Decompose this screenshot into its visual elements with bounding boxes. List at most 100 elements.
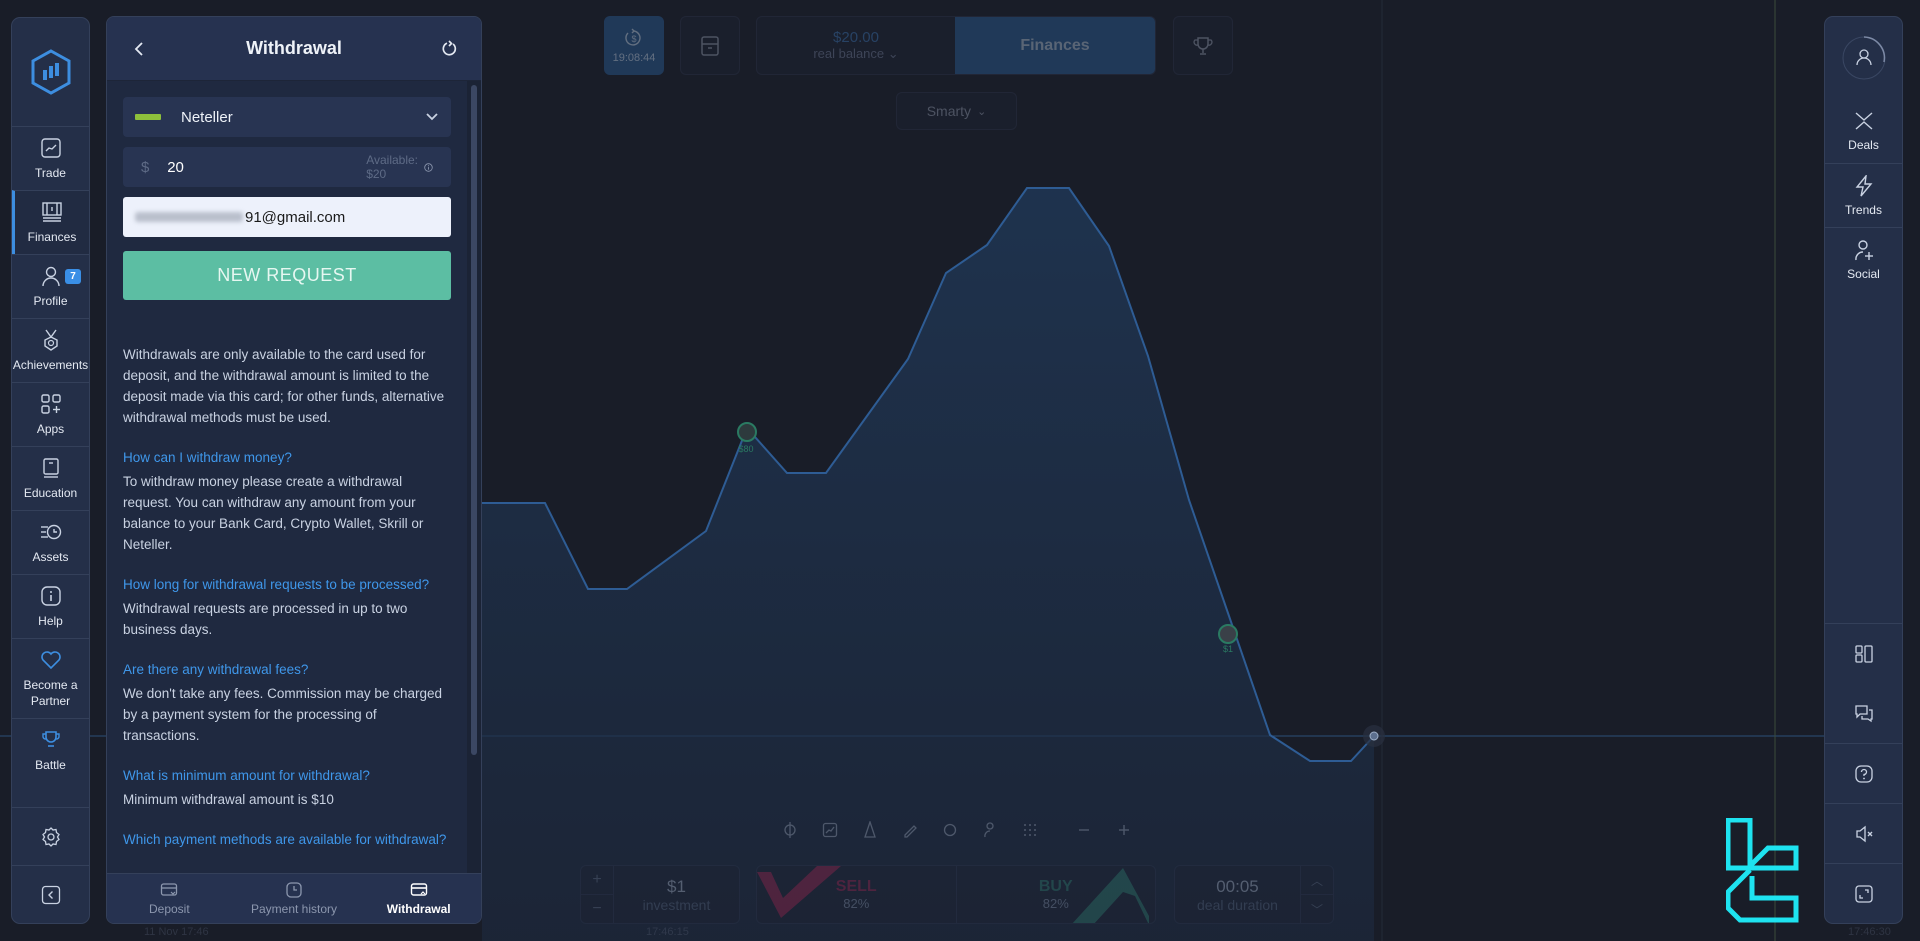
- duration-increase-button[interactable]: ︿: [1301, 866, 1333, 895]
- back-button[interactable]: [127, 37, 151, 61]
- sidebar-item-label: Assets: [32, 549, 69, 564]
- fullscreen-button[interactable]: [1825, 863, 1902, 923]
- withdrawal-panel: Withdrawal Neteller $ Available: $20 91@…: [106, 16, 482, 924]
- investment-decrease-button[interactable]: −: [581, 895, 613, 923]
- faq-question[interactable]: How long for withdrawal requests to be p…: [123, 575, 451, 595]
- tab-label: Deposit: [148, 902, 190, 916]
- trader-marker[interactable]: [737, 422, 757, 442]
- duration-control: 00:05 deal duration ︿ ﹀: [1174, 865, 1334, 924]
- duration-decrease-button[interactable]: ﹀: [1301, 895, 1333, 923]
- sell-button[interactable]: SELL 82%: [757, 866, 956, 923]
- faq-question[interactable]: Are there any withdrawal fees?: [123, 660, 451, 680]
- sidebar-item-finances[interactable]: Finances: [12, 190, 89, 254]
- refresh-button[interactable]: [437, 37, 461, 61]
- investment-field[interactable]: $1 investment: [614, 866, 739, 923]
- sidebar-item-education[interactable]: Education: [12, 446, 89, 510]
- finances-button[interactable]: Finances: [955, 17, 1155, 74]
- amount-field: $ Available: $20: [123, 147, 451, 187]
- trader-marker[interactable]: [1218, 624, 1238, 644]
- sidebar-item-partner[interactable]: Become a Partner: [12, 638, 89, 718]
- fullscreen-icon: [1854, 884, 1873, 903]
- email-field[interactable]: 91@gmail.com: [123, 197, 451, 237]
- heart-icon: [40, 650, 61, 669]
- trophy-icon: [41, 730, 60, 747]
- person-tool[interactable]: [970, 815, 1010, 845]
- balance-selector[interactable]: $20.00 real balance ⌄: [757, 17, 955, 74]
- chest-button[interactable]: [680, 16, 740, 75]
- sidebar-bottom: [12, 807, 89, 923]
- collapse-sidebar-button[interactable]: [12, 865, 89, 923]
- email-value: 91@gmail.com: [245, 208, 346, 226]
- sidebar-item-apps[interactable]: Apps: [12, 382, 89, 446]
- investment-increase-button[interactable]: +: [581, 866, 613, 895]
- faq-question[interactable]: What is minimum amount for withdrawal?: [123, 766, 451, 786]
- card-in-icon: [161, 883, 178, 896]
- strategy-selector[interactable]: Smarty ⌄: [896, 92, 1017, 130]
- layout-button[interactable]: [1825, 623, 1902, 683]
- person-icon: [984, 822, 994, 838]
- time-axis-label: 17:46:15: [646, 926, 689, 938]
- sidebar-item-help[interactable]: Help: [12, 574, 89, 638]
- deals-icon: [1855, 112, 1872, 130]
- help-button[interactable]: [1825, 743, 1902, 803]
- sidebar-item-trade[interactable]: Trade: [12, 126, 89, 190]
- circle-tool[interactable]: [930, 815, 970, 845]
- info-icon: [40, 585, 61, 606]
- buy-button[interactable]: BUY 82%: [955, 866, 1156, 923]
- app-root: $80 $1 $ 19:08:44 $20.00 real balance ⌄ …: [0, 0, 1920, 941]
- faq-answer: We don't take any fees. Commission may b…: [123, 686, 442, 743]
- chart-type-icon: [822, 822, 838, 838]
- grid-tool[interactable]: [1010, 815, 1050, 845]
- add-user-icon: [1854, 239, 1873, 260]
- chevron-down-icon: [426, 113, 438, 121]
- chat-button[interactable]: [1825, 683, 1902, 743]
- sidebar-item-assets[interactable]: Assets: [12, 510, 89, 574]
- timer-button[interactable]: $ 19:08:44: [604, 16, 664, 75]
- amount-input[interactable]: [167, 158, 367, 176]
- sidebar-item-social[interactable]: Social: [1825, 227, 1902, 291]
- sidebar-item-profile[interactable]: Profile 7: [12, 254, 89, 318]
- faq-question[interactable]: Which payment methods are available for …: [123, 830, 451, 850]
- tournament-button[interactable]: [1173, 16, 1233, 75]
- indicator-tool[interactable]: [770, 815, 810, 845]
- current-point: [1369, 731, 1379, 741]
- scrollbar-thumb[interactable]: [471, 85, 477, 755]
- avatar[interactable]: [1825, 17, 1902, 99]
- duration-stepper: ︿ ﹀: [1300, 866, 1333, 923]
- chest-icon: [701, 35, 719, 56]
- brand-logo[interactable]: [12, 18, 89, 126]
- grid-icon: [1024, 824, 1036, 836]
- sidebar-item-battle[interactable]: Battle: [12, 718, 89, 782]
- new-request-button[interactable]: NEW REQUEST: [123, 251, 451, 300]
- sidebar-item-achievements[interactable]: Achievements: [12, 318, 89, 382]
- drawing-icon: [864, 821, 876, 838]
- user-icon: [41, 266, 60, 286]
- book-icon: [42, 457, 59, 478]
- sound-toggle-button[interactable]: [1825, 803, 1902, 863]
- watermark-logo-icon: [1726, 818, 1799, 923]
- chart-type-tool[interactable]: [810, 815, 850, 845]
- pencil-icon: [904, 825, 917, 838]
- settings-button[interactable]: [12, 807, 89, 865]
- pencil-tool[interactable]: [890, 815, 930, 845]
- sidebar-item-label: Education: [23, 485, 78, 500]
- info-icon[interactable]: [424, 161, 433, 174]
- payment-method-select[interactable]: Neteller: [123, 97, 451, 137]
- target-icon: [943, 823, 957, 837]
- zoom-in-button[interactable]: [1104, 815, 1144, 845]
- chart-icon: [40, 137, 61, 158]
- tab-payment-history[interactable]: Payment history: [232, 874, 357, 923]
- zoom-out-button[interactable]: [1064, 815, 1104, 845]
- sidebar-item-deals[interactable]: Deals: [1825, 99, 1902, 163]
- duration-field[interactable]: 00:05 deal duration: [1175, 866, 1300, 923]
- tab-deposit[interactable]: Deposit: [107, 874, 232, 923]
- layout-icon: [1854, 644, 1873, 663]
- fire-tool[interactable]: [850, 815, 890, 845]
- tab-withdrawal[interactable]: Withdrawal: [356, 874, 481, 923]
- investment-value: $1: [667, 876, 686, 896]
- faq-answer: Minimum withdrawal amount is $10: [123, 792, 334, 807]
- faq-question[interactable]: How can I withdraw money?: [123, 448, 451, 468]
- gear-icon: [41, 826, 60, 847]
- dollar-refresh-icon: $: [625, 28, 641, 46]
- sidebar-item-trends[interactable]: Trends: [1825, 163, 1902, 227]
